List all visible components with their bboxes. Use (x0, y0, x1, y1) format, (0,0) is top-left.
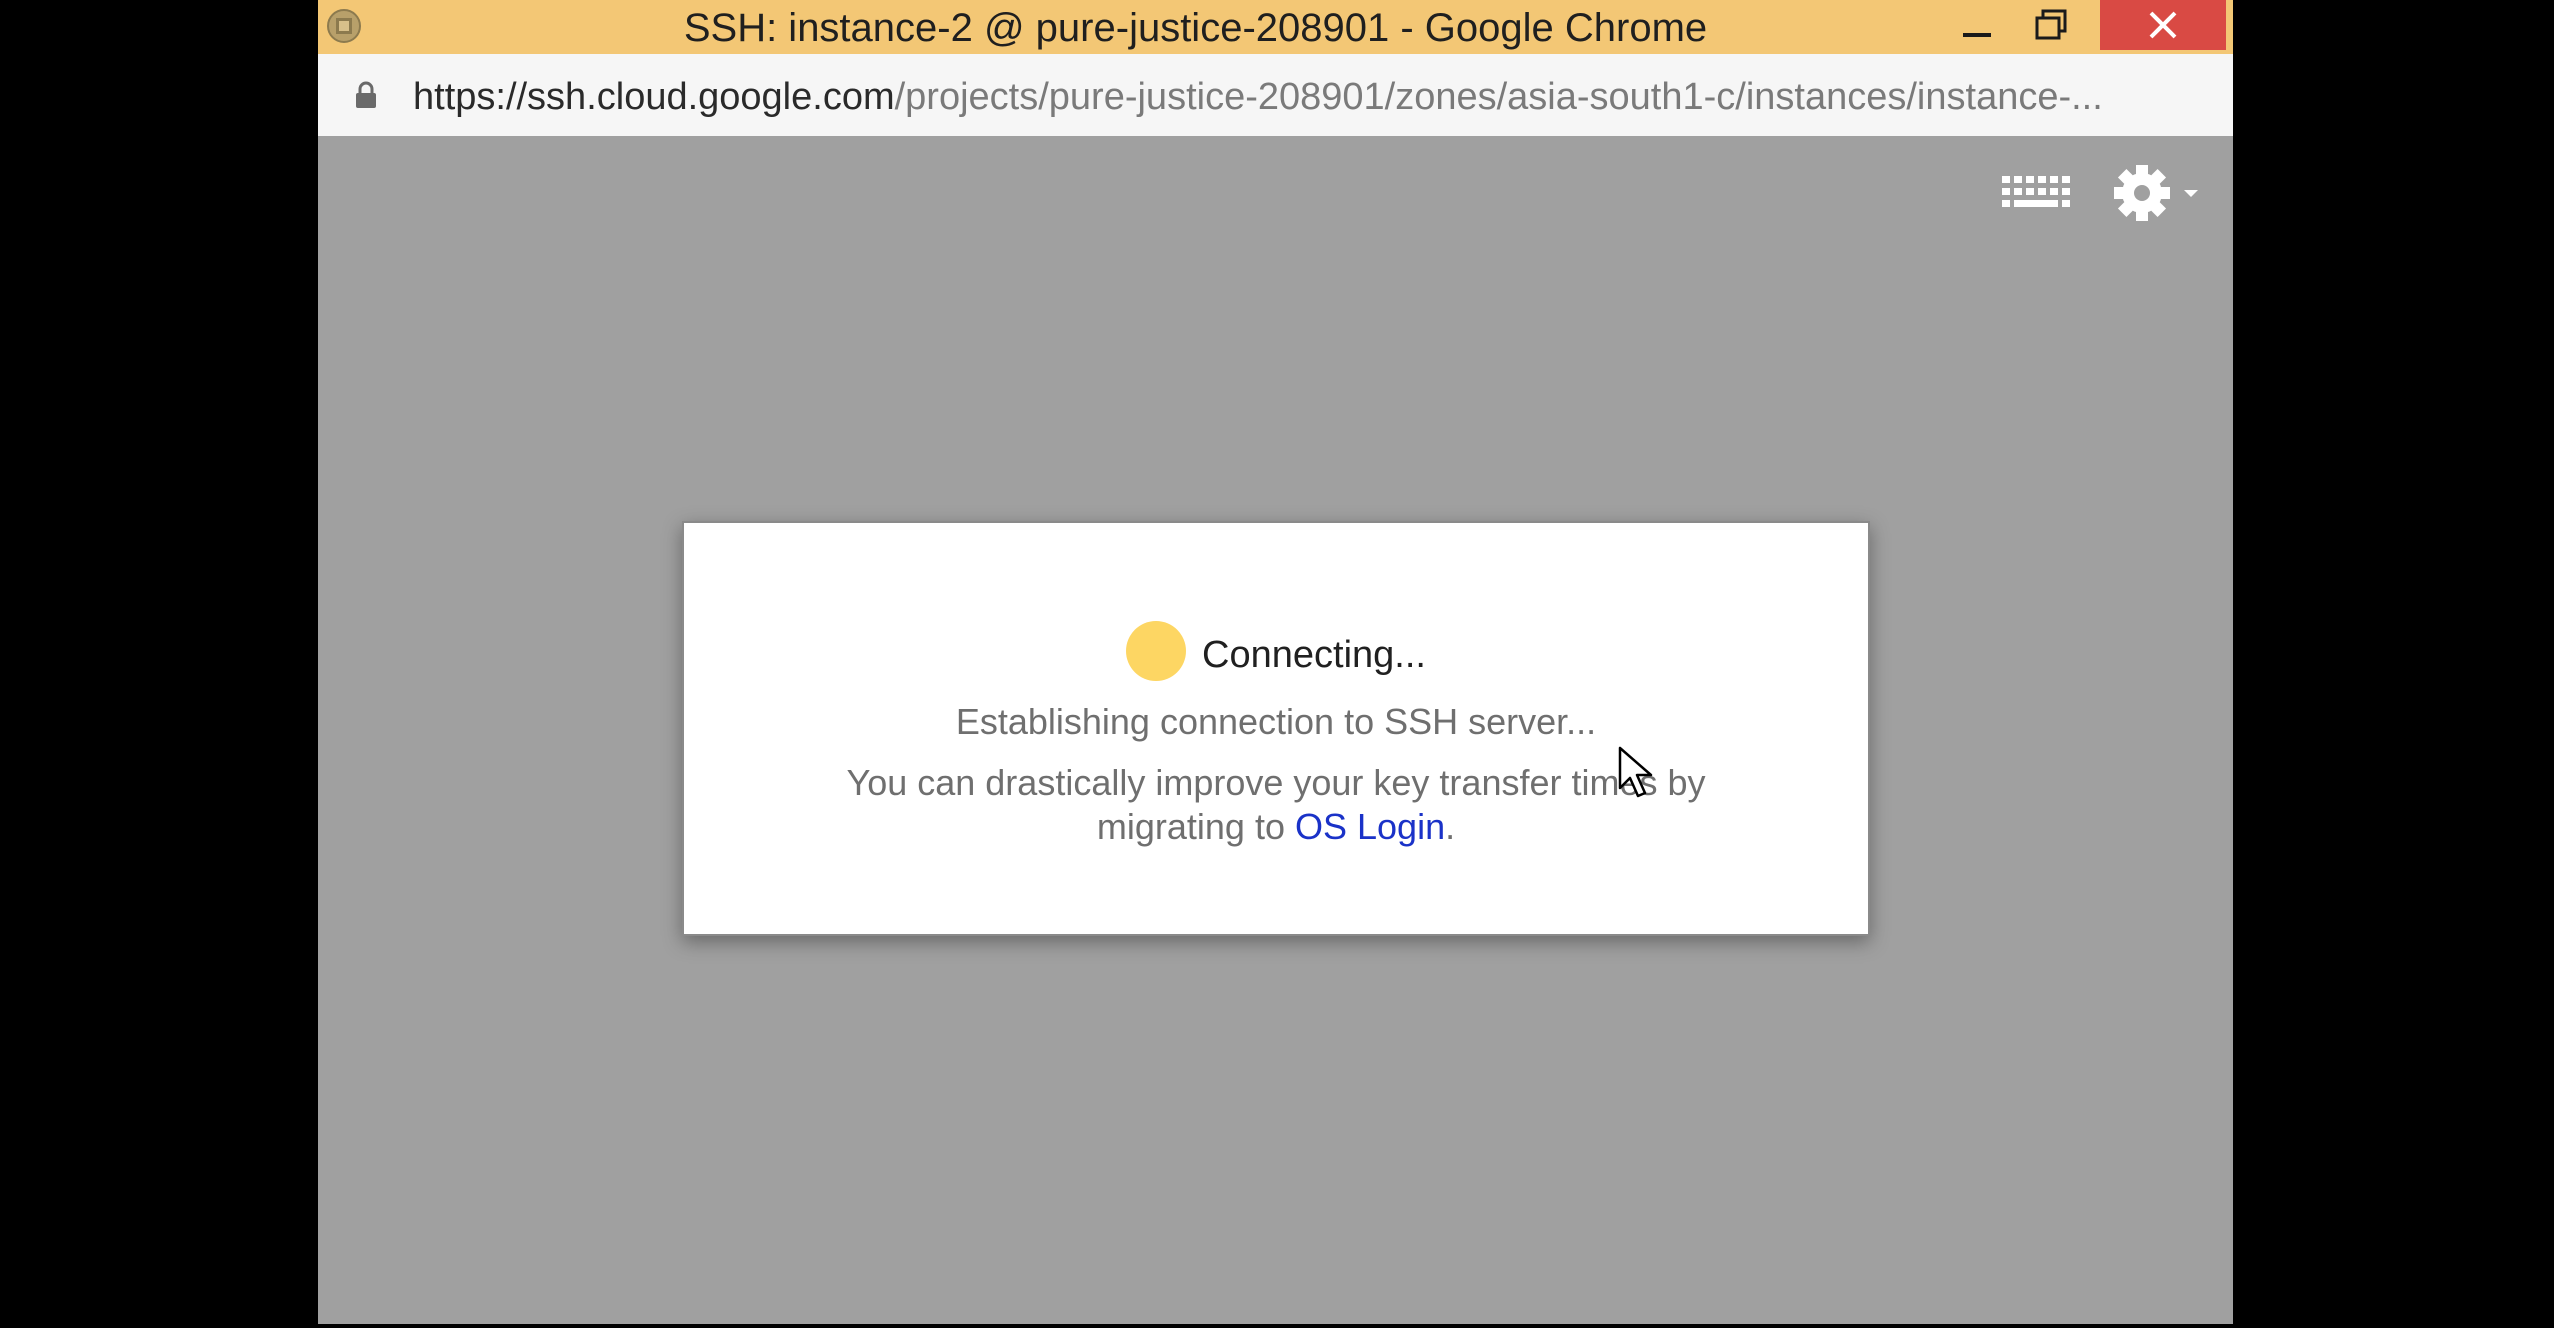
settings-button[interactable] (2112, 160, 2204, 226)
minimize-icon (1963, 33, 1991, 37)
restore-icon (2035, 9, 2067, 40)
gear-icon (2114, 165, 2198, 221)
status-indicator-icon (1126, 621, 1187, 681)
ssh-terminal-area[interactable]: Connecting... Establishing connection to… (318, 136, 2233, 1324)
address-bar[interactable]: https://ssh.cloud.google.com/projects/pu… (318, 54, 2233, 136)
tip-end: . (1445, 806, 1456, 847)
url-host: https://ssh.cloud.google.com (413, 76, 895, 118)
oslogin-tip: You can drastically improve your key tra… (814, 761, 1738, 849)
connection-detail: Establishing connection to SSH server... (955, 701, 1597, 742)
lock-icon (356, 81, 376, 108)
url-text[interactable]: https://ssh.cloud.google.com/projects/pu… (413, 54, 2203, 136)
status-text: Connecting... (1202, 633, 1426, 676)
close-button[interactable] (2100, 0, 2226, 50)
minimize-button[interactable] (1940, 0, 2014, 50)
mouse-cursor-icon (1618, 746, 1653, 798)
tip-text: You can drastically improve your key tra… (846, 762, 1706, 847)
close-icon (2149, 11, 2177, 39)
restore-button[interactable] (2014, 0, 2088, 50)
browser-window: SSH: instance-2 @ pure-justice-208901 - … (318, 0, 2233, 1324)
title-bar[interactable]: SSH: instance-2 @ pure-justice-208901 - … (318, 0, 2233, 54)
os-login-link[interactable]: OS Login (1295, 806, 1445, 847)
status-line: Connecting... (684, 620, 1868, 682)
url-path: /projects/pure-justice-208901/zones/asia… (894, 76, 2103, 118)
keyboard-icon (2002, 176, 2070, 207)
chevron-down-icon (2184, 190, 2198, 197)
keyboard-button[interactable] (1998, 166, 2072, 220)
connection-dialog: Connecting... Establishing connection to… (682, 521, 1870, 936)
